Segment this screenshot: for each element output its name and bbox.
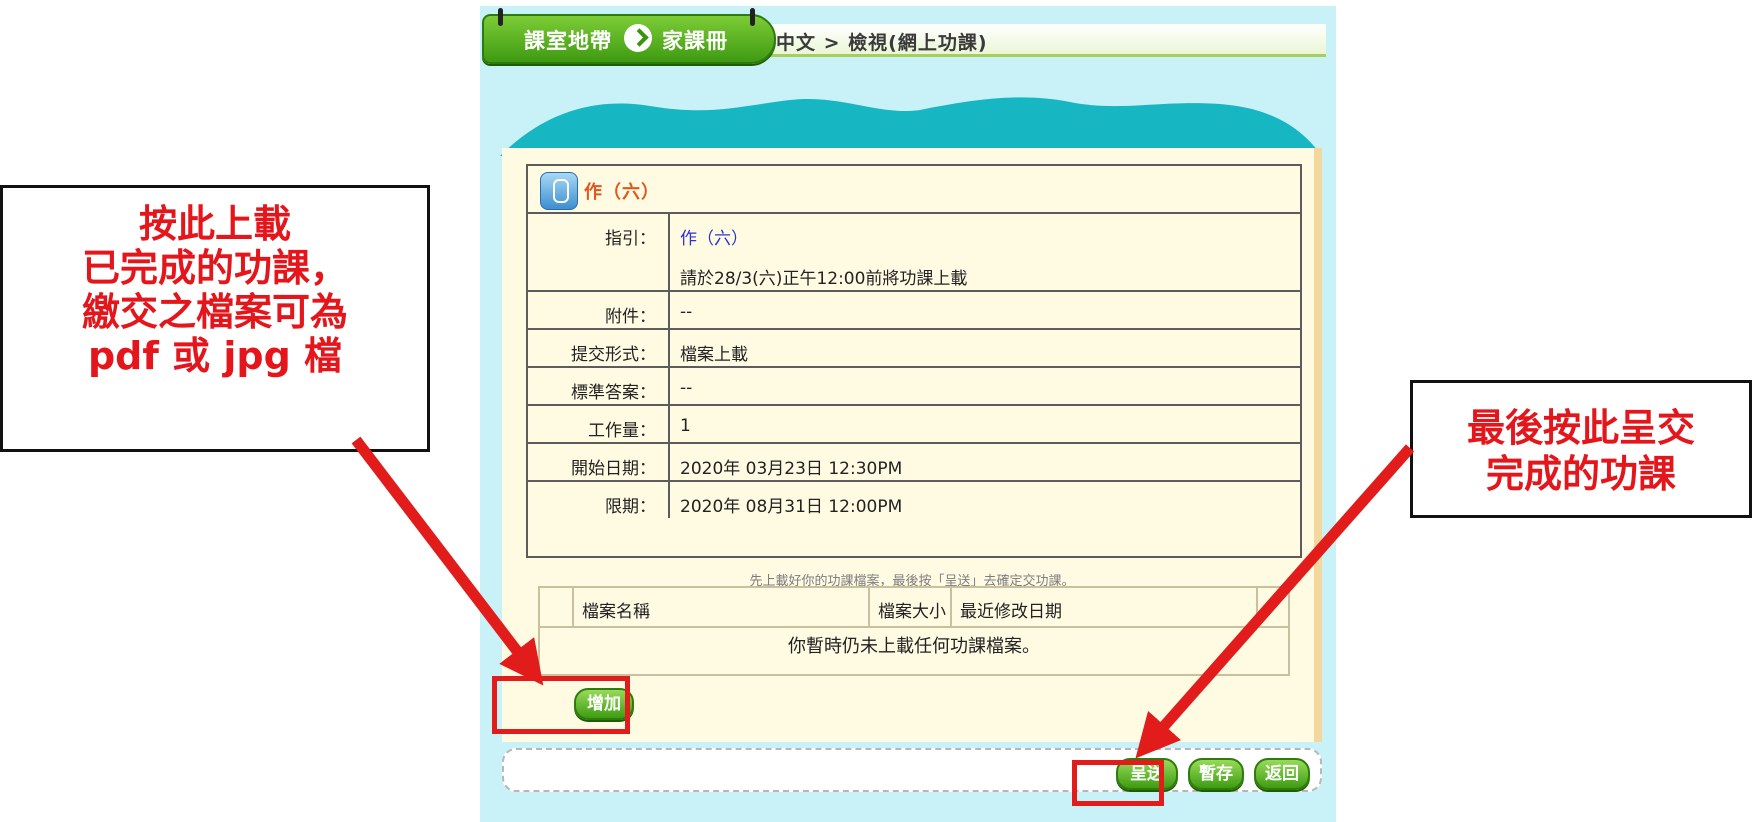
- instructions-text: 請於28/3(六)正午12:00前將功課上載: [680, 269, 968, 289]
- breadcrumb: 中文 > 檢視(網上功課): [760, 24, 1326, 57]
- hills-decoration: [500, 97, 1322, 156]
- chevron-right-icon: [624, 24, 652, 52]
- instructions-title: 作（六）: [680, 229, 748, 249]
- detail-row-start-date: 開始日期： 2020年 03月23日 12:30PM: [528, 444, 1300, 482]
- pin-icon: [498, 8, 503, 26]
- assignment-details-table: 作（六） 指引： 作（六） 請於28/3(六)正午12:00前將功課上載 附件：…: [526, 164, 1302, 558]
- assignment-card: 作（六） 指引： 作（六） 請於28/3(六)正午12:00前將功課上載 附件：…: [502, 148, 1322, 742]
- badge-section-label[interactable]: 課室地帶: [524, 25, 612, 55]
- column-modified-date: 最近修改日期: [952, 588, 1258, 626]
- detail-label: 開始日期：: [528, 444, 670, 480]
- detail-row-submission-type: 提交形式： 檔案上載: [528, 330, 1300, 368]
- select-column: [540, 588, 574, 626]
- action-bar: 呈送 暫存 返回: [502, 748, 1322, 792]
- detail-value: 1: [680, 416, 691, 436]
- detail-row-workload: 工作量： 1: [528, 406, 1300, 444]
- callout-line: 最後按此呈交: [1466, 406, 1695, 450]
- top-edge: [480, 0, 1336, 6]
- detail-label: 指引：: [528, 214, 670, 290]
- detail-label: 標準答案：: [528, 368, 670, 404]
- detail-value: 2020年 08月31日 12:00PM: [680, 497, 903, 517]
- column-file-name: 檔案名稱: [574, 588, 870, 626]
- callout-line: 已完成的功課，: [81, 246, 348, 290]
- detail-label: 附件：: [528, 292, 670, 328]
- detail-row-instructions: 指引： 作（六） 請於28/3(六)正午12:00前將功課上載: [528, 214, 1300, 292]
- breadcrumb-text: 中文 > 檢視(網上功課): [776, 32, 988, 54]
- pin-icon: [750, 8, 755, 26]
- detail-row-attachment: 附件： --: [528, 292, 1300, 330]
- mouse-icon: [540, 172, 578, 210]
- add-button-highlight: [492, 676, 630, 734]
- badge-page-label[interactable]: 家課冊: [662, 25, 728, 55]
- detail-value: 2020年 03月23日 12:30PM: [680, 459, 903, 479]
- detail-label: 限期：: [528, 482, 670, 518]
- submit-instruction-callout: 最後按此呈交 完成的功課: [1410, 380, 1752, 518]
- callout-line: pdf 或 jpg 檔: [87, 334, 343, 378]
- detail-value: --: [680, 302, 693, 322]
- section-badge[interactable]: 課室地帶 家課冊: [482, 14, 776, 64]
- column-file-size: 檔案大小: [870, 588, 952, 626]
- submit-button-highlight: [1072, 760, 1164, 806]
- detail-value: --: [680, 378, 693, 398]
- assignment-title-row: 作（六）: [528, 166, 1300, 214]
- callout-line: 繳交之檔案可為: [81, 290, 348, 334]
- callout-line: 完成的功課: [1485, 452, 1676, 496]
- file-table: 檔案名稱 檔案大小 最近修改日期 你暫時仍未上載任何功課檔案。: [538, 586, 1290, 676]
- back-button[interactable]: 返回: [1254, 758, 1310, 790]
- callout-line: 按此上載: [138, 202, 291, 246]
- empty-file-message: 你暫時仍未上載任何功課檔案。: [788, 636, 1040, 657]
- file-table-header: 檔案名稱 檔案大小 最近修改日期: [540, 588, 1288, 628]
- upload-instruction-callout: 按此上載 已完成的功課， 繳交之檔案可為 pdf 或 jpg 檔: [0, 185, 430, 452]
- detail-label: 提交形式：: [528, 330, 670, 366]
- save-draft-button[interactable]: 暫存: [1188, 758, 1244, 790]
- assignment-title: 作（六）: [584, 182, 660, 203]
- detail-label: 工作量：: [528, 406, 670, 442]
- detail-row-answer: 標準答案： --: [528, 368, 1300, 406]
- detail-value: 檔案上載: [680, 345, 748, 365]
- detail-row-deadline: 限期： 2020年 08月31日 12:00PM: [528, 482, 1300, 554]
